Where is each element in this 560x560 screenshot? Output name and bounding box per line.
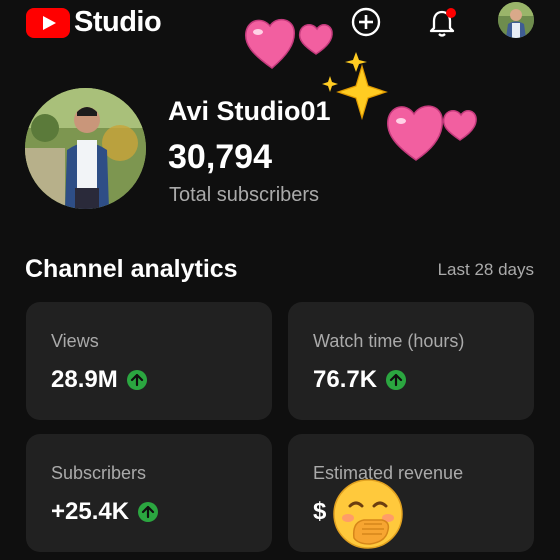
youtube-play-icon [26, 7, 70, 38]
card-label: Subscribers [51, 463, 147, 483]
card-value: 76.7K [313, 366, 407, 394]
trend-up-icon [126, 370, 147, 390]
account-avatar[interactable] [498, 2, 534, 38]
watch-time-value: 76.7K [313, 366, 378, 393]
bell-icon [429, 8, 456, 37]
views-card[interactable]: Views 28.9M [26, 302, 272, 420]
logo-text: Studio [74, 6, 162, 38]
card-value: $ [313, 498, 326, 526]
channel-analytics-title: Channel analytics [25, 255, 238, 283]
plus-circle-icon [351, 7, 381, 37]
youtube-studio-logo[interactable]: Studio [26, 6, 162, 39]
period-label[interactable]: Last 28 days [438, 260, 534, 280]
revenue-value: $ [313, 498, 327, 525]
card-label: Views [51, 331, 99, 351]
hearts-sticker-icon-2 [387, 105, 477, 161]
hand-over-mouth-emoji-icon [333, 479, 403, 549]
card-value: +25.4K [51, 498, 159, 526]
subscriber-label: Total subscribers [169, 184, 320, 206]
trend-up-icon [138, 502, 159, 522]
card-value: 28.9M [51, 366, 147, 394]
views-value: 28.9M [51, 366, 118, 393]
estimated-revenue-card[interactable]: Estimated revenue $ [288, 434, 534, 552]
notification-badge [446, 8, 456, 18]
card-label: Watch time (hours) [313, 331, 465, 351]
watch-time-card[interactable]: Watch time (hours) 76.7K [288, 302, 534, 420]
notifications-button[interactable] [425, 6, 457, 38]
channel-name: Avi Studio01 [168, 96, 331, 126]
channel-avatar[interactable] [25, 88, 146, 209]
trend-up-icon [386, 370, 407, 390]
subscribers-card[interactable]: Subscribers +25.4K [26, 434, 272, 552]
subscriber-count: 30,794 [168, 138, 272, 176]
sparkles-sticker-icon [322, 52, 388, 121]
create-button[interactable] [350, 6, 382, 38]
subscribers-value: +25.4K [51, 498, 130, 525]
